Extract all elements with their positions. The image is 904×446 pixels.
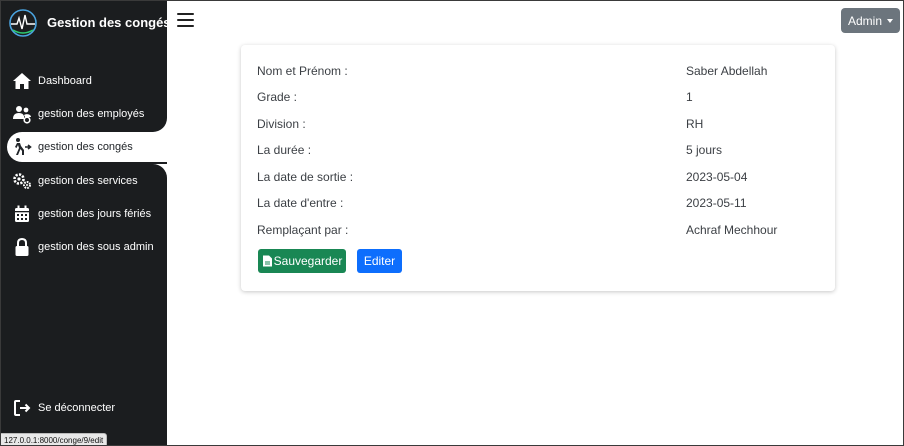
detail-row: Remplaçant par : Achraf Mechhour <box>241 223 835 239</box>
app-title: Gestion des congés <box>47 15 171 30</box>
detail-label: Grade : <box>257 90 298 104</box>
admin-label: Admin <box>847 13 882 28</box>
sidebar-item-label: gestion des services <box>38 175 138 187</box>
sidebar-item-label: gestion des jours fériés <box>38 208 152 220</box>
calendar-icon <box>15 205 29 222</box>
detail-label: Division : <box>257 117 306 131</box>
detail-label: La date de sortie : <box>257 170 354 184</box>
detail-row: La date d'entre : 2023-05-11 <box>241 196 835 212</box>
sidebar-item-jours-feries[interactable]: gestion des jours fériés <box>0 199 167 229</box>
detail-value: 2023-05-04 <box>686 170 748 184</box>
sidebar: Gestion des congés Dashboard gestion des… <box>0 0 171 446</box>
lock-icon <box>15 237 29 256</box>
sidebar-item-label: Dashboard <box>38 75 92 87</box>
users-gear-icon <box>13 106 31 124</box>
detail-value: 2023-05-11 <box>686 196 747 210</box>
detail-row: Division : RH <box>241 117 835 133</box>
sidebar-item-services[interactable]: gestion des services <box>0 166 167 196</box>
person-walking-arrow-icon <box>15 138 32 155</box>
detail-label: Nom et Prénom : <box>257 64 348 78</box>
active-curve-top <box>147 112 167 132</box>
detail-label: La durée : <box>257 143 312 157</box>
detail-row: Nom et Prénom : Saber Abdellah <box>241 64 835 80</box>
gears-icon <box>13 173 31 189</box>
sidebar-item-label: gestion des congés <box>38 141 133 153</box>
detail-value: 5 jours <box>686 143 723 157</box>
detail-row: La durée : 5 jours <box>241 143 835 159</box>
logout-label: Se déconnecter <box>38 402 116 414</box>
heartbeat-logo-icon <box>9 9 37 37</box>
logout-icon <box>14 400 31 416</box>
detail-label: Remplaçant par : <box>257 223 349 237</box>
sidebar-item-label: gestion des sous admin <box>38 241 154 253</box>
status-bar-url: 127.0.0.1:8000/conge/9/edit <box>0 433 108 446</box>
detail-label: La date d'entre : <box>257 196 344 210</box>
hamburger-icon[interactable] <box>177 12 194 27</box>
file-save-icon <box>262 255 272 267</box>
sidebar-item-label: gestion des employés <box>38 108 145 120</box>
brand[interactable]: Gestion des congés <box>0 0 171 46</box>
edit-button[interactable]: Editer <box>357 249 402 273</box>
conge-details-card: Nom et Prénom : Saber Abdellah Grade : 1… <box>241 45 835 291</box>
admin-dropdown-button[interactable]: Admin <box>841 8 900 33</box>
home-icon <box>13 73 31 89</box>
detail-value: 1 <box>686 90 693 104</box>
caret-down-icon <box>887 18 893 23</box>
sidebar-item-sous-admin[interactable]: gestion des sous admin <box>0 232 167 262</box>
detail-value: RH <box>686 117 704 131</box>
detail-value: Saber Abdellah <box>686 64 768 78</box>
logout-link[interactable]: Se déconnecter <box>0 393 167 423</box>
save-label: Sauvegarder <box>273 254 343 268</box>
detail-value: Achraf Mechhour <box>686 223 778 237</box>
detail-row: La date de sortie : 2023-05-04 <box>241 170 835 186</box>
save-button[interactable]: Sauvegarder <box>258 249 346 273</box>
detail-row: Grade : 1 <box>241 90 835 106</box>
edit-label: Editer <box>363 254 396 268</box>
sidebar-item-dashboard[interactable]: Dashboard <box>0 66 167 96</box>
sidebar-item-conges[interactable]: gestion des congés <box>7 132 167 162</box>
sidebar-item-employes[interactable]: gestion des employés <box>0 99 167 129</box>
